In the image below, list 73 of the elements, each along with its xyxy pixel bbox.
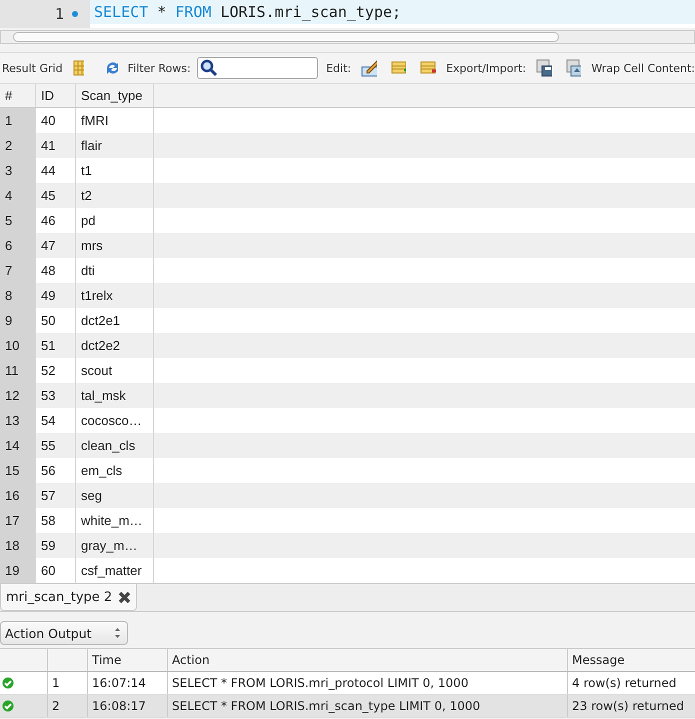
row-number: 1 [0, 108, 36, 133]
table-cell-text: 23 row(s) returned [571, 698, 686, 715]
edit-label: Edit: [326, 62, 352, 74]
row-number: 14 [0, 433, 36, 458]
table-cell-text: 4 row(s) returned [571, 675, 678, 692]
row-number: 4 [0, 183, 36, 208]
filter-field[interactable] [196, 57, 318, 79]
row-number: 17 [0, 508, 36, 533]
row-number: 7 [0, 258, 36, 283]
table-cell: 1 [48, 672, 88, 694]
horizontal-scrollbar[interactable] [0, 30, 695, 44]
row-number: 3 [0, 158, 36, 183]
delete-row-icon[interactable] [420, 60, 436, 76]
table-cell: 16:08:17 [88, 695, 168, 717]
table-cell: flair [76, 133, 154, 158]
export-import-label: Export/Import: [446, 62, 526, 74]
row-number: 5 [0, 208, 36, 233]
result-tab[interactable]: mri_scan_type 2 [0, 584, 138, 611]
row-number: 16 [0, 483, 36, 508]
table-cell: dct2e2 [76, 333, 154, 358]
output-type-dropdown[interactable]: Action Output [0, 621, 128, 645]
spinner-arrows-icon [114, 627, 121, 639]
row-number: 15 [0, 458, 36, 483]
row-number: 6 [0, 233, 36, 258]
grid-icon[interactable] [72, 60, 84, 76]
table-cell: tal_msk [76, 383, 154, 408]
table-cell: 57 [36, 483, 76, 508]
search-icon [200, 59, 218, 77]
table-cell: SELECT * FROM LORIS.mri_protocol LIMIT 0, 1000 [168, 672, 568, 694]
table-cell: seg [76, 483, 154, 508]
row-number: 13 [0, 408, 36, 433]
table-cell: 45 [36, 183, 76, 208]
success-icon [2, 700, 14, 712]
add-row-icon[interactable] [390, 60, 406, 76]
export-icon[interactable] [536, 59, 552, 77]
close-icon[interactable] [118, 590, 132, 604]
wrap-cell-content-label: Wrap Cell Content: [591, 62, 695, 74]
column-header[interactable]: Action [168, 649, 568, 671]
edit-icon[interactable] [361, 59, 377, 77]
filter-rows-label: Filter Rows: [128, 62, 191, 74]
column-header[interactable]: Message [568, 649, 695, 671]
row-number: 12 [0, 383, 36, 408]
table-cell: t1relx [76, 283, 154, 308]
column-header[interactable]: Scan_type [76, 84, 154, 107]
table-cell: 16:07:14 [88, 672, 168, 694]
table-cell: 41 [36, 133, 76, 158]
table-cell: 47 [36, 233, 76, 258]
table-cell: 59 [36, 533, 76, 558]
column-header[interactable]: ID [36, 84, 76, 107]
line-number: 1 [54, 5, 64, 23]
table-cell: 53 [36, 383, 76, 408]
scrollbar-thumb[interactable] [13, 32, 559, 42]
table-cell: mrs [76, 233, 154, 258]
row-number: 19 [0, 558, 36, 583]
table-cell: 49 [36, 283, 76, 308]
table-cell: 55 [36, 433, 76, 458]
table-cell: t2 [76, 183, 154, 208]
row-number: 9 [0, 308, 36, 333]
import-icon[interactable] [566, 59, 582, 77]
row-number: 11 [0, 358, 36, 383]
row-number: 18 [0, 533, 36, 558]
row-number: 2 [0, 133, 36, 158]
bullet-icon [72, 11, 78, 17]
table-cell: gray_m… [76, 533, 154, 558]
table-cell: clean_cls [76, 433, 154, 458]
table-cell: SELECT * FROM LORIS.mri_scan_type LIMIT 0, 1000 [168, 695, 568, 717]
column-header[interactable]: Time [88, 649, 168, 671]
column-header[interactable]: # [0, 84, 36, 107]
table-cell: 2 [48, 695, 88, 717]
result-grid-label: Result Grid [2, 62, 63, 74]
table-cell: 51 [36, 333, 76, 358]
row-number: 10 [0, 333, 36, 358]
row-number: 8 [0, 283, 36, 308]
